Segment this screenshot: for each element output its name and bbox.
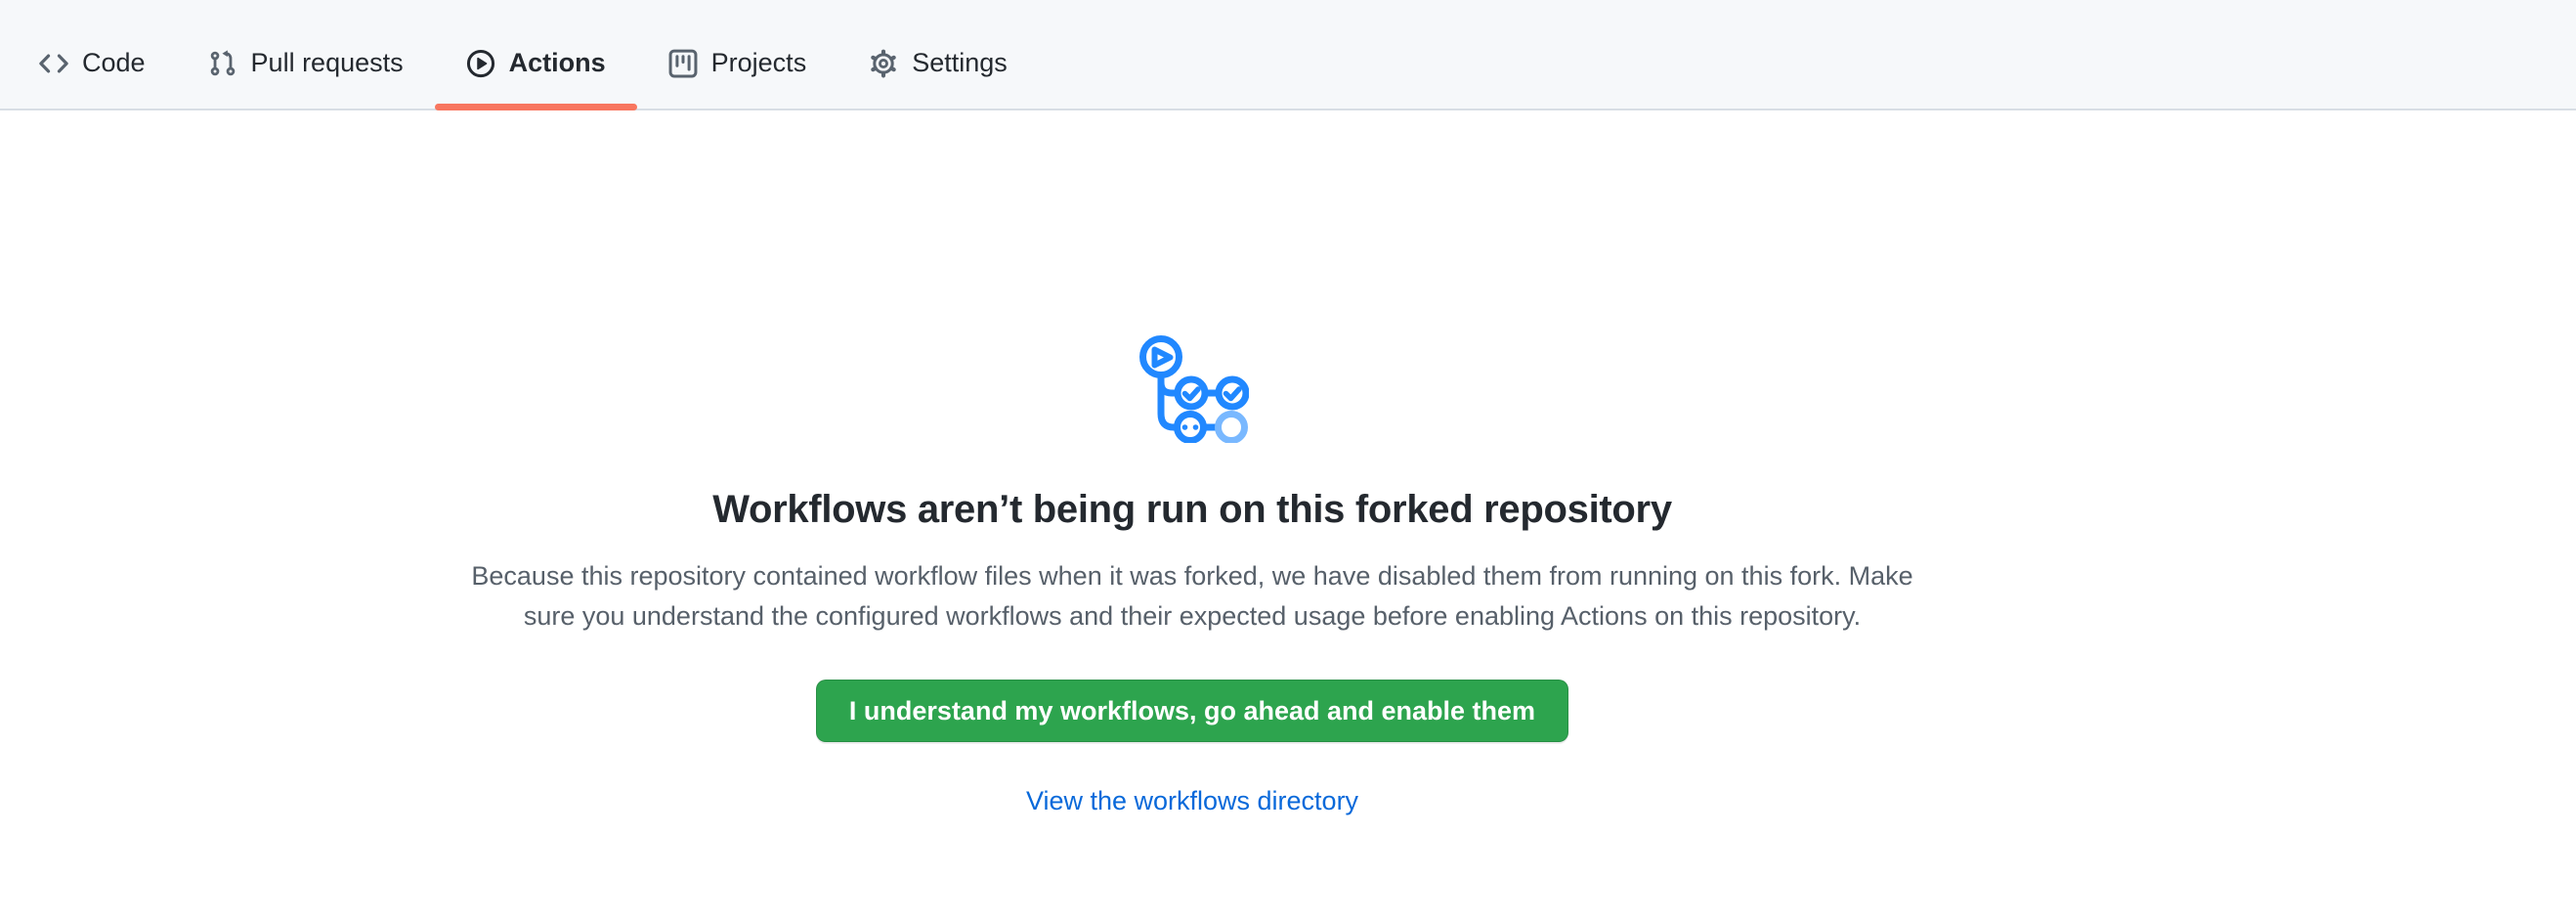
repo-tab-nav: Code Pull requests Actions (0, 0, 2576, 110)
tab-label: Code (82, 50, 146, 76)
description-line: sure you understand the configured workf… (471, 596, 1912, 637)
tab-projects[interactable]: Projects (637, 18, 838, 109)
tab-code[interactable]: Code (8, 18, 177, 109)
workflows-directory-link[interactable]: View the workflows directory (1026, 781, 1358, 821)
tab-label: Projects (711, 50, 807, 76)
tab-pull-requests[interactable]: Pull requests (177, 18, 435, 109)
tab-label: Actions (509, 50, 606, 76)
enable-workflows-button[interactable]: I understand my workflows, go ahead and … (816, 680, 1568, 742)
gear-icon (869, 49, 898, 78)
page-title: Workflows aren’t being run on this forke… (712, 486, 1672, 533)
description: Because this repository contained workfl… (471, 556, 1912, 637)
git-pull-request-icon (208, 49, 237, 78)
play-icon (466, 49, 495, 78)
tab-settings[interactable]: Settings (837, 18, 1039, 109)
tab-label: Pull requests (251, 50, 404, 76)
code-icon (39, 49, 68, 78)
actions-disabled-blankslate: Workflows aren’t being run on this forke… (0, 110, 2384, 821)
description-line: Because this repository contained workfl… (471, 556, 1912, 596)
workflow-graph-icon (1136, 330, 1249, 443)
tab-actions[interactable]: Actions (435, 18, 637, 109)
project-icon (668, 49, 698, 78)
tab-label: Settings (912, 50, 1008, 76)
